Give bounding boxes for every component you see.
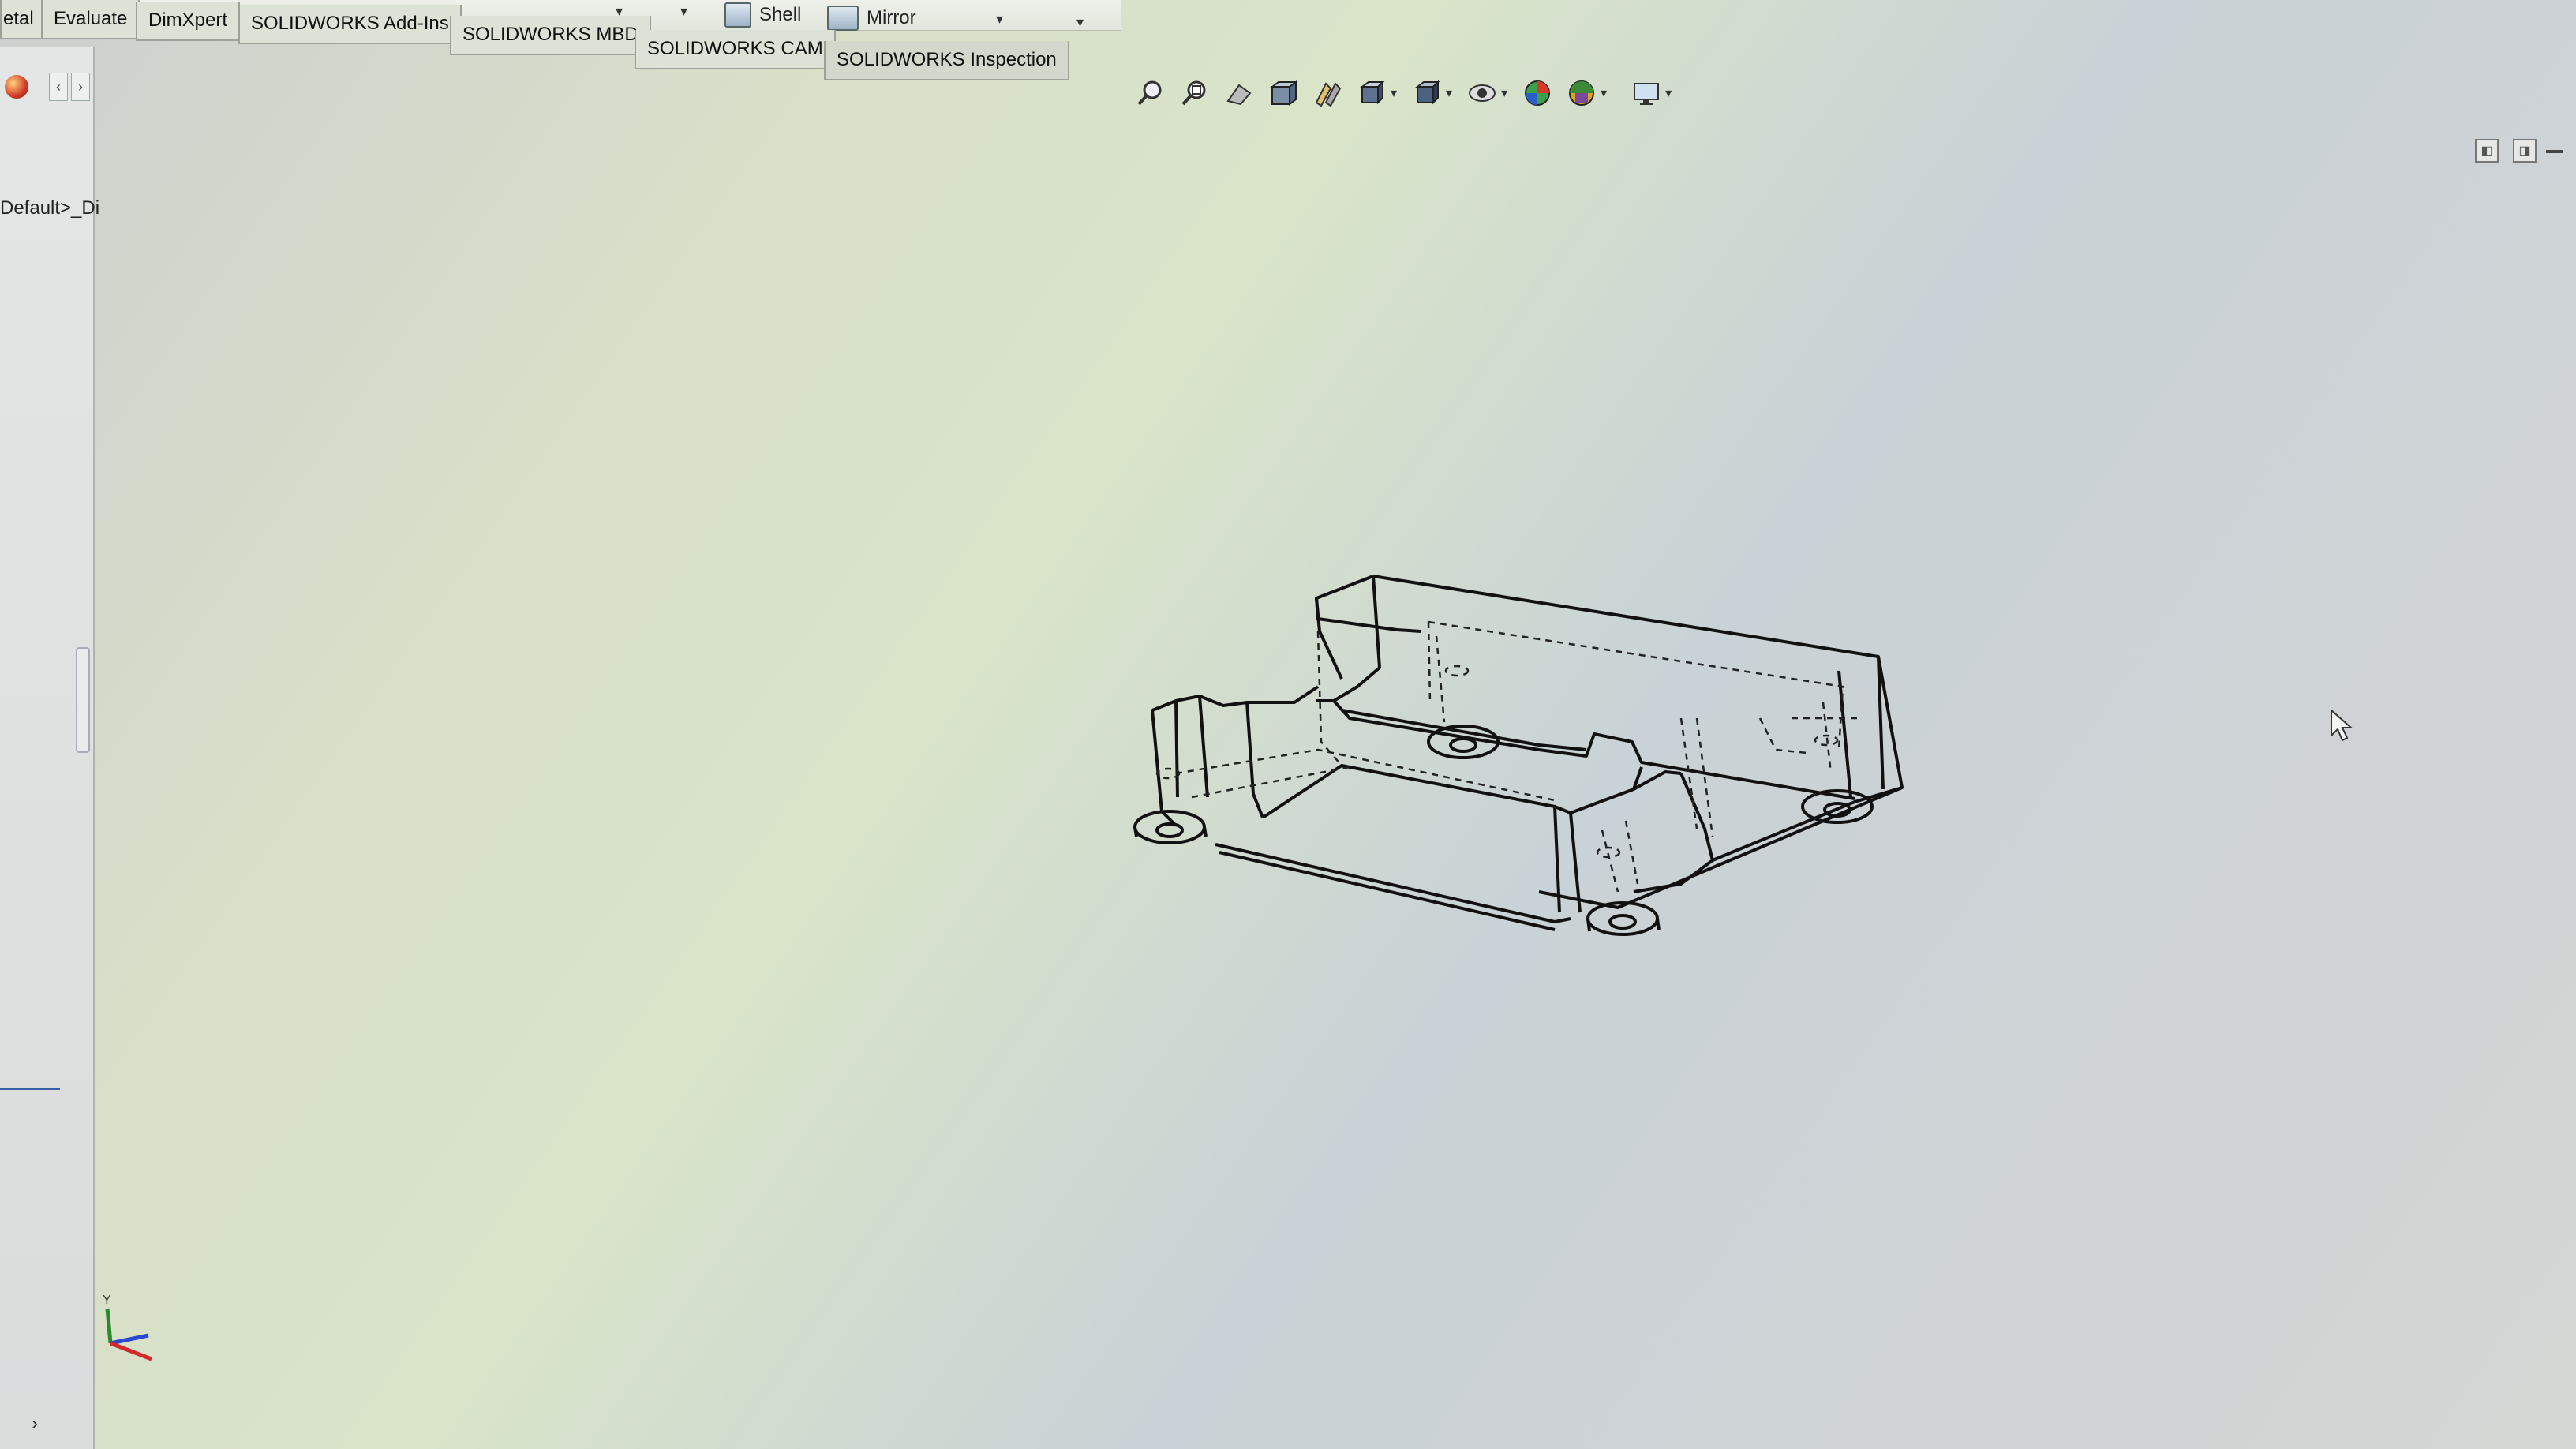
triad-y-label: Y	[103, 1294, 111, 1307]
chevron-down-icon[interactable]: ▾	[1391, 85, 1397, 101]
tab-dimxpert[interactable]: DimXpert	[136, 2, 241, 41]
part-wireframe-model[interactable]	[1081, 560, 1918, 971]
chevron-right-icon[interactable]: ›	[32, 1413, 38, 1435]
section-view-icon[interactable]	[1269, 79, 1297, 107]
tab-label: etal	[3, 8, 34, 29]
configuration-label[interactable]: Default>_Di	[0, 197, 99, 219]
shell-label: Shell	[759, 4, 802, 25]
tab-solidworks-add-ins[interactable]: SOLIDWORKS Add-Ins	[238, 5, 462, 44]
dynamic-annotation-icon[interactable]	[1313, 79, 1342, 107]
viewport-minimize-icon[interactable]	[2546, 150, 2563, 153]
tab-sheet-metal[interactable]: etal	[0, 0, 47, 39]
scroll-left-icon[interactable]: ‹	[49, 73, 68, 101]
view-orientation-icon[interactable]	[1357, 79, 1386, 107]
display-style-icon[interactable]	[1413, 79, 1441, 107]
shell-button[interactable]: Shell	[724, 0, 801, 30]
tab-solidworks-inspection[interactable]: SOLIDWORKS Inspection	[824, 41, 1069, 80]
tab-solidworks-mbd[interactable]: SOLIDWORKS MBD	[450, 16, 651, 55]
display-manager-icon[interactable]	[5, 75, 28, 99]
viewport-restore-icon[interactable]: ◧	[2475, 139, 2499, 163]
zoom-to-fit-icon[interactable]	[1136, 79, 1165, 107]
tab-label: SOLIDWORKS Add-Ins	[251, 13, 449, 34]
apply-scene-icon[interactable]	[1567, 79, 1596, 107]
tab-solidworks-cam[interactable]: SOLIDWORKS CAM	[635, 30, 836, 69]
chevron-down-icon[interactable]: ▾	[996, 11, 1003, 28]
reference-triad: Y	[103, 1294, 152, 1361]
edit-appearance-icon[interactable]	[1523, 79, 1552, 107]
previous-view-icon[interactable]	[1225, 79, 1253, 107]
tab-label: DimXpert	[148, 9, 228, 31]
panel-scroll-arrows: ‹ ›	[49, 73, 90, 101]
tab-label: SOLIDWORKS MBD	[462, 24, 638, 45]
mirror-button[interactable]: Mirror	[827, 3, 916, 33]
chevron-down-icon[interactable]: ▾	[1501, 85, 1507, 101]
panel-splitter-handle[interactable]	[76, 647, 90, 753]
selection-indicator	[0, 1088, 60, 1090]
zoom-to-area-icon[interactable]	[1181, 79, 1209, 107]
mouse-cursor-icon	[2331, 709, 2353, 742]
tab-label: SOLIDWORKS CAM	[647, 38, 823, 59]
chevron-down-icon[interactable]: ▾	[1076, 14, 1084, 31]
tab-label: SOLIDWORKS Inspection	[837, 49, 1057, 70]
tab-label: Evaluate	[54, 8, 128, 29]
chevron-down-icon[interactable]: ▾	[1446, 85, 1452, 101]
mirror-label: Mirror	[867, 7, 916, 28]
viewport-tile-icon[interactable]: ◨	[2513, 139, 2537, 163]
mirror-icon	[827, 6, 859, 31]
hide-show-items-icon[interactable]	[1468, 79, 1496, 107]
chevron-down-icon[interactable]: ▾	[1665, 85, 1672, 101]
heads-up-view-toolbar: ▾ ▾ ▾ ▾ ▾	[1136, 65, 1672, 122]
view-settings-icon[interactable]	[1632, 79, 1661, 107]
chevron-down-icon[interactable]: ▾	[1601, 85, 1607, 101]
chevron-down-icon[interactable]: ▾	[680, 3, 687, 20]
scroll-right-icon[interactable]: ›	[71, 73, 90, 101]
tab-evaluate[interactable]: Evaluate	[41, 0, 140, 39]
shell-icon	[724, 2, 751, 28]
panel-tab-row: ‹ ›	[0, 63, 93, 110]
